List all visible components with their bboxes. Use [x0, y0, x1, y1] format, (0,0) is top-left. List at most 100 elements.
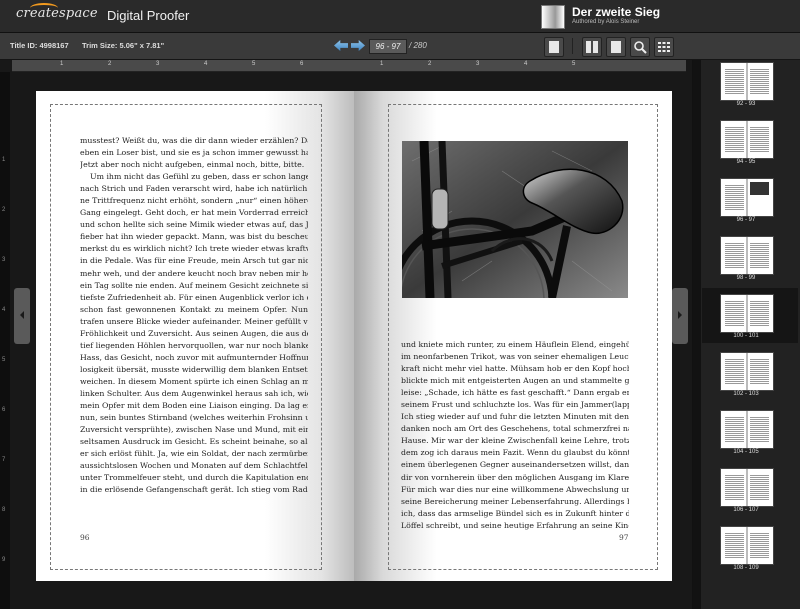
- text-line: seltsamen Ausdruck im Gesicht. Es schein…: [80, 437, 308, 447]
- ruler-number: 5: [572, 61, 576, 67]
- text-line: in die erlösende Gefangenschaft gerät. I…: [80, 485, 308, 495]
- page-thumbnail[interactable]: [720, 178, 774, 217]
- next-spread-button[interactable]: [672, 288, 688, 344]
- thumbnail-text: [725, 300, 744, 326]
- thumbnail-text: [750, 242, 769, 268]
- text-line: tiefste Zufriedenheit ab. Für einen Auge…: [80, 292, 308, 302]
- right-page: und kniete mich runter, zu einem Häuflei…: [354, 91, 672, 581]
- left-page-number: 96: [80, 533, 90, 542]
- ruler-number: 9: [2, 557, 6, 563]
- toolbar: Title ID: 4998167 Trim Size: 5.06" x 7.8…: [0, 33, 800, 60]
- thumbnail-text: [750, 126, 769, 152]
- page-number-input[interactable]: 96 - 97: [369, 39, 407, 54]
- thumbnail-label: 98 - 99: [736, 275, 756, 281]
- page-thumbnail[interactable]: [720, 526, 774, 565]
- page-thumbnail[interactable]: [720, 120, 774, 159]
- text-line: seine Bereicherung meiner Lebenserfahrun…: [401, 496, 629, 506]
- thumbnail-spine: [746, 121, 748, 158]
- ruler-number: 8: [2, 507, 6, 513]
- thumbnail-label: 108 - 109: [733, 565, 759, 571]
- text-line: eben ein Loser bist, und sie es ja schon…: [80, 148, 308, 158]
- page-thumbnail[interactable]: [720, 236, 774, 275]
- text-line: nach Strich und Faden verarscht wird, ha…: [80, 184, 308, 194]
- text-line: und kniete mich runter, zu einem Häuflei…: [401, 340, 629, 349]
- book-author: Authored by Alois Steiner: [572, 19, 640, 25]
- page-viewer: 1 2 3 4 5 6 1 2 3 4 5 1 2 3 4 5 6 7 8 9 musstest? Weißt du…: [0, 60, 692, 609]
- previous-page-button[interactable]: [334, 40, 348, 51]
- thumbnail-spine: [746, 295, 748, 332]
- left-page-text: musstest? Weißt du, was die dir dann wie…: [80, 135, 308, 496]
- thumbnail-sidebar: 92 - 93 94 - 95 96 - 97 98 - 99 100 - 101 102…: [692, 60, 800, 609]
- text-line: weichen. In diesem Moment spürte ich ein…: [80, 376, 308, 386]
- thumbnail-label: 94 - 95: [736, 159, 756, 165]
- ruler-number: 6: [2, 407, 6, 413]
- book-title: Der zweite Sieg: [572, 5, 661, 19]
- thumbnail-text: [725, 358, 744, 384]
- left-page: musstest? Weißt du, was die dir dann wie…: [36, 91, 354, 581]
- thumbnail-text: [750, 358, 769, 384]
- text-line: Ich stieg wieder auf und fuhr die letzte…: [401, 412, 629, 422]
- page-thumbnail[interactable]: [720, 468, 774, 507]
- ruler-number: 2: [2, 207, 6, 213]
- ruler-number: 2: [428, 61, 432, 67]
- page-total: / 280: [409, 41, 427, 50]
- single-page-icon: [549, 41, 559, 53]
- thumbnail-text: [725, 532, 744, 558]
- page-view-button[interactable]: [606, 37, 626, 57]
- text-line: schon fast gewonnenen Kontakt zu meinem …: [80, 304, 308, 314]
- ruler-number: 4: [524, 61, 528, 67]
- thumbnail-spine: [746, 179, 748, 216]
- text-line: fieber hat ihn wieder gepackt. Mann, was…: [80, 232, 308, 242]
- thumbnail-label: 106 - 107: [733, 507, 759, 513]
- sidebar-scrollbar[interactable]: [693, 60, 701, 609]
- text-line: Um ihm nicht das Gefühl zu geben, dass e…: [90, 172, 308, 182]
- text-line: musstest? Weißt du, was die dir dann wie…: [80, 136, 308, 145]
- magnifier-icon: [634, 41, 647, 54]
- text-line: blickte mich mit entgeisterten Augen an …: [401, 376, 629, 386]
- text-line: und schon hellte sich seine Mimik wieder…: [80, 220, 308, 230]
- text-line: tief liegenden Höhlen hervorquollen, war…: [80, 340, 308, 350]
- ruler-number: 3: [156, 61, 160, 67]
- text-line: leise: „Schade, ich hätte es fast gescha…: [401, 388, 629, 398]
- page-thumbnail[interactable]: [720, 294, 774, 333]
- text-line: ein Tag sollte nie enden. Auf meinem Ges…: [80, 280, 308, 290]
- spread-view-button[interactable]: [582, 37, 602, 57]
- thumbnail-spine: [746, 353, 748, 390]
- text-line: seinem Frust und schluchzte los. Was für…: [401, 400, 629, 410]
- app-title: Digital Proofer: [107, 8, 190, 23]
- grid-view-button[interactable]: [654, 37, 674, 57]
- text-line: ich, dass das armselige Bündel sich es i…: [401, 508, 629, 518]
- previous-spread-button[interactable]: [14, 288, 30, 344]
- page-thumbnail[interactable]: [720, 352, 774, 391]
- page-thumbnail[interactable]: [720, 410, 774, 449]
- text-line: Hause. Mir war der kleine Zwischenfall k…: [401, 436, 629, 446]
- text-line: in die Pedale. Was für eine Freude, mein…: [80, 256, 308, 266]
- next-page-button[interactable]: [351, 40, 365, 51]
- text-line: Löffel schreibt, und seine heutige Erfah…: [401, 520, 629, 530]
- text-line: nun, sein buntes Stirnband (welches weit…: [80, 413, 308, 423]
- zoom-button[interactable]: [630, 37, 650, 57]
- text-line: mehr weh, und der andere keucht noch bra…: [80, 268, 308, 278]
- ruler-number: 7: [2, 457, 6, 463]
- ruler-number: 1: [2, 157, 6, 163]
- text-line: dir von vornherein über den möglichen Au…: [401, 472, 629, 482]
- toolbar-separator: [572, 38, 573, 54]
- ruler-number: 5: [2, 357, 6, 363]
- thumbnail-text: [750, 474, 769, 500]
- ruler-number: 5: [252, 61, 256, 67]
- ruler-number: 3: [476, 61, 480, 67]
- logo-swoosh-icon: [30, 3, 58, 13]
- right-page-number: 97: [619, 533, 629, 542]
- bicycle-photo: [402, 141, 628, 298]
- thumbnail-spine: [746, 469, 748, 506]
- thumbnail-label: 96 - 97: [736, 217, 756, 223]
- text-line: Hass, das Gesicht, noch zuvor mit aufmun…: [80, 352, 308, 362]
- horizontal-ruler: 1 2 3 4 5 6 1 2 3 4 5: [12, 60, 686, 72]
- thumbnail-label: 92 - 93: [736, 101, 756, 107]
- text-line: Jetzt aber noch nicht aufgeben, einmal n…: [80, 160, 305, 170]
- ruler-number: 6: [300, 61, 304, 67]
- thumbnail-spine: [746, 527, 748, 564]
- page-thumbnail[interactable]: [720, 62, 774, 101]
- ruler-number: 2: [108, 61, 112, 67]
- single-page-view-button[interactable]: [544, 37, 564, 57]
